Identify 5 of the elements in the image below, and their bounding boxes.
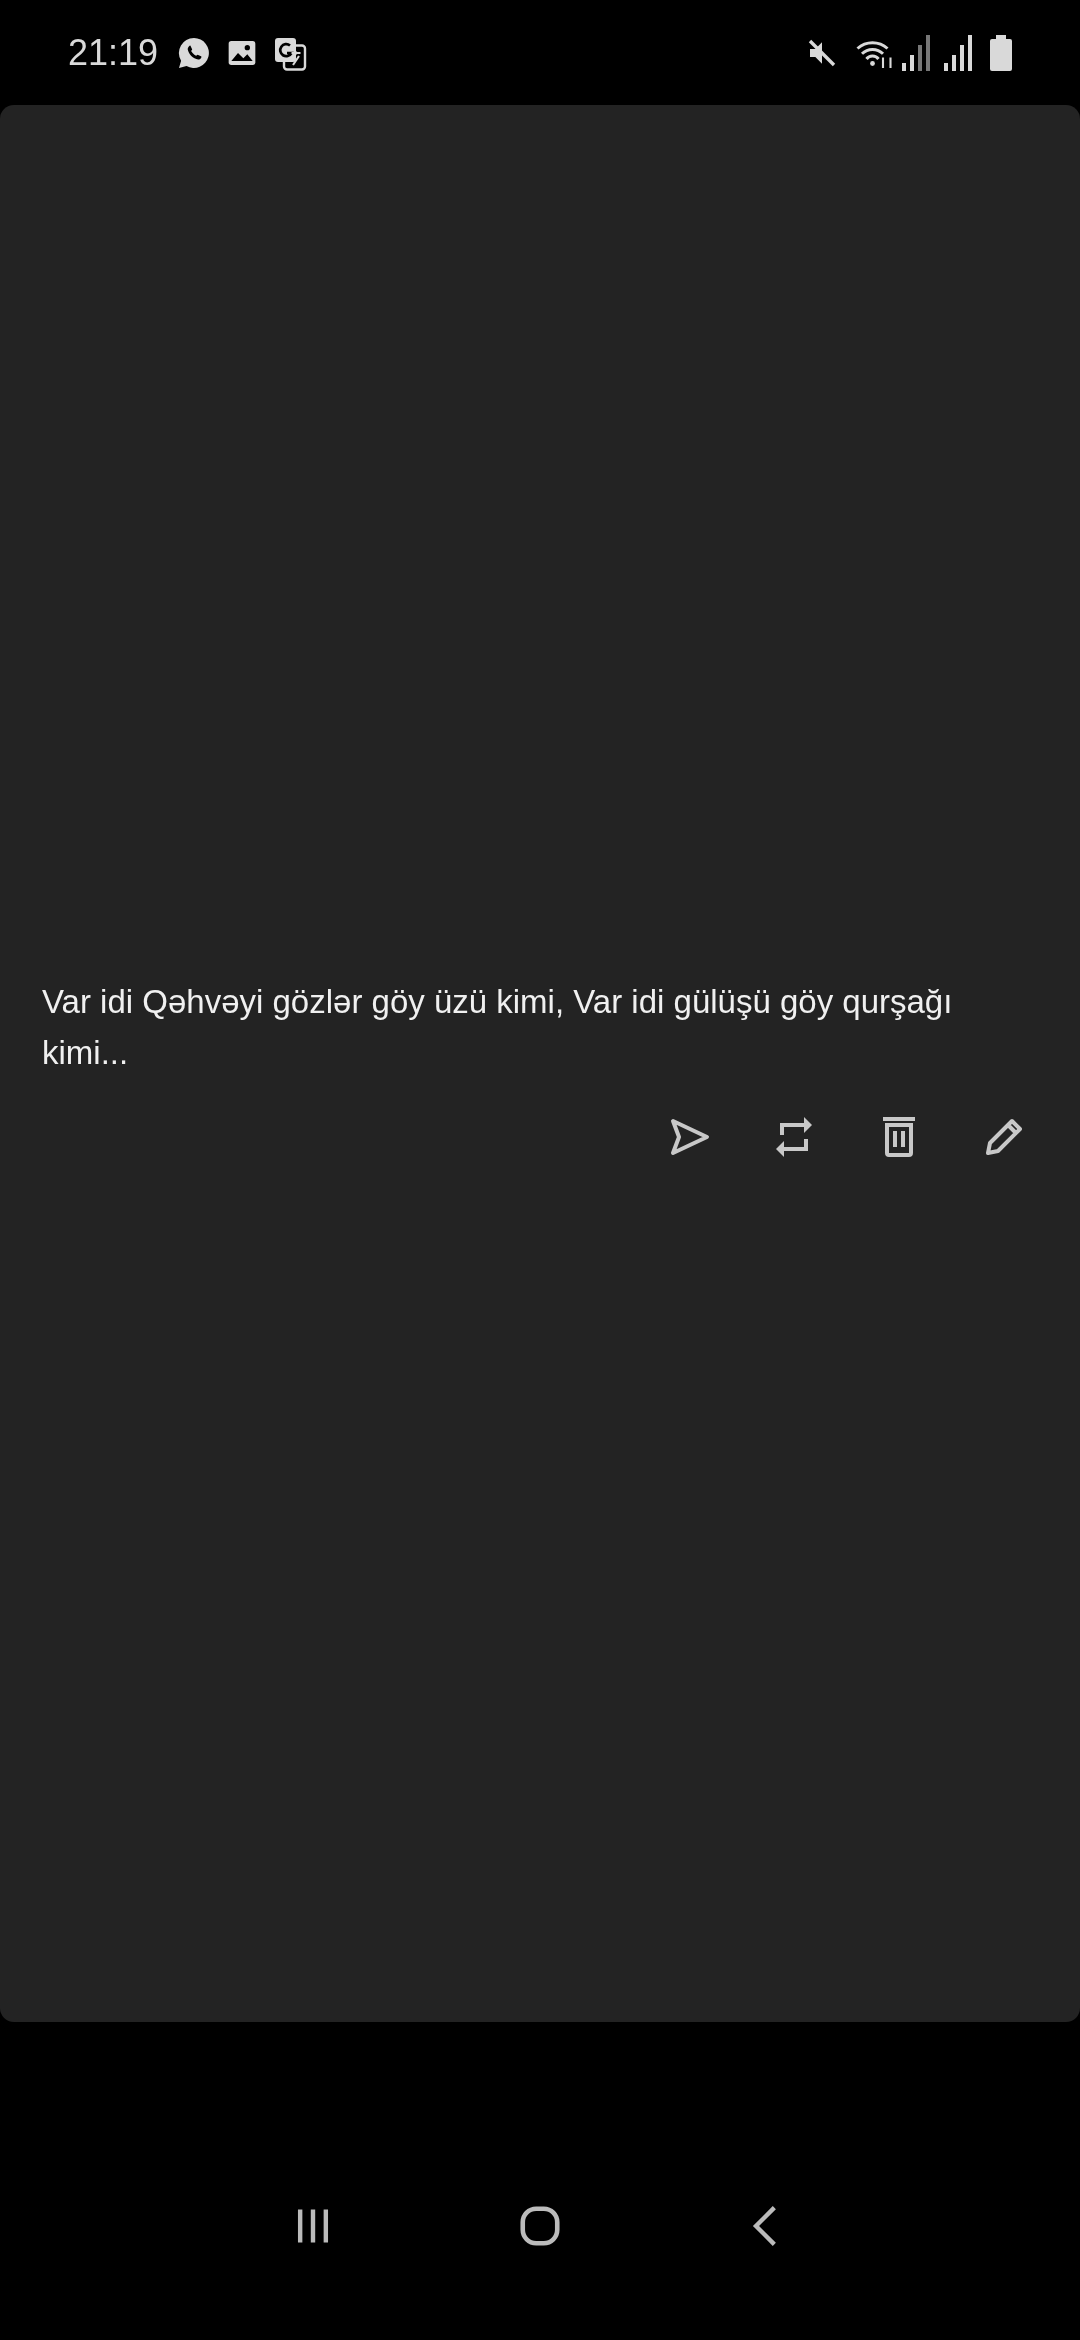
signal-icon bbox=[902, 34, 930, 71]
clock-time: 21:19 bbox=[68, 30, 159, 75]
signal-icon bbox=[944, 34, 972, 71]
battery-icon bbox=[990, 34, 1012, 71]
note-text: Var idi Qəhvəyi gözlər göy üzü kimi, Var idi gülüşü göy qurşağı kimi... bbox=[42, 982, 954, 1073]
